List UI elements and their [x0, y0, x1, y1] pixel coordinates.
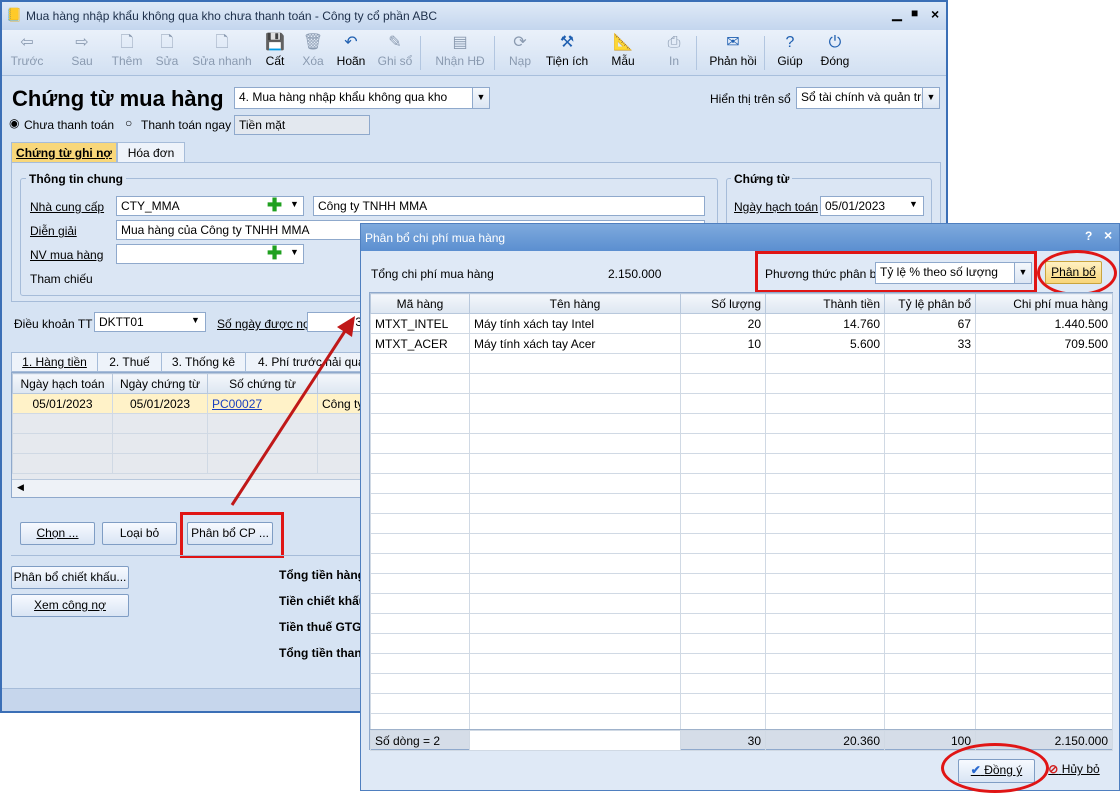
grid-cell: 67	[884, 313, 976, 334]
cancel-label: Hủy bỏ	[1061, 762, 1100, 776]
grid-cell: 5.600	[765, 333, 885, 354]
col-quantity: Số lượng	[680, 293, 766, 314]
empty-row	[370, 653, 1113, 674]
empty-row	[370, 693, 1113, 714]
cancel-icon: ⊘	[1048, 762, 1059, 776]
allocation-grid: Mã hàng Tên hàng Số lượng Thành tiền Tỷ …	[369, 292, 1113, 751]
empty-row	[370, 433, 1113, 454]
empty-row	[370, 633, 1113, 654]
dialog-title-bar: Phân bổ chi phí mua hàng ? ×	[361, 224, 1119, 251]
dialog-title: Phân bổ chi phí mua hàng	[365, 231, 506, 245]
col-allocation-rate: Tỷ lệ phân bổ	[884, 293, 976, 314]
footer-quantity: 30	[680, 730, 766, 751]
col-amount: Thành tiền	[765, 293, 885, 314]
empty-row	[370, 453, 1113, 474]
highlight-oval	[941, 743, 1049, 793]
grid-cell: 33	[884, 333, 976, 354]
grid-cell: 709.500	[975, 333, 1113, 354]
empty-row	[370, 533, 1113, 554]
empty-row	[370, 473, 1113, 494]
col-item-code: Mã hàng	[370, 293, 470, 314]
empty-row	[370, 353, 1113, 374]
highlight-box	[755, 251, 1037, 293]
empty-row	[370, 613, 1113, 634]
table-row[interactable]: MTXT_INTEL Máy tính xách tay Intel 20 14.76…	[370, 313, 1113, 334]
grid-cell: 1.440.500	[975, 313, 1113, 334]
grid-cell: MTXT_INTEL	[370, 313, 470, 334]
empty-row	[370, 553, 1113, 574]
close-icon[interactable]: ×	[1104, 227, 1112, 243]
empty-row	[370, 673, 1113, 694]
empty-row	[370, 573, 1113, 594]
allocation-dialog: Phân bổ chi phí mua hàng ? × Tổng chi ph…	[360, 223, 1120, 793]
cancel-button[interactable]: ⊘ Hủy bỏ	[1039, 759, 1109, 783]
empty-row	[370, 493, 1113, 514]
table-row[interactable]: MTXT_ACER Máy tính xách tay Acer 10 5.600 33…	[370, 333, 1113, 354]
grid-cell: 20	[680, 313, 766, 334]
row-count: Số dòng = 2	[370, 730, 470, 751]
help-icon[interactable]: ?	[1085, 229, 1092, 243]
total-cost-value: 2.150.000	[608, 267, 662, 281]
highlight-oval	[1037, 250, 1117, 296]
empty-row	[370, 393, 1113, 414]
grid-cell: 10	[680, 333, 766, 354]
footer-name	[469, 730, 681, 751]
empty-row	[370, 513, 1113, 534]
grid-cell: 14.760	[765, 313, 885, 334]
empty-row	[370, 373, 1113, 394]
empty-row	[370, 413, 1113, 434]
footer-amount: 20.360	[765, 730, 885, 751]
grid-cell: Máy tính xách tay Acer	[469, 333, 681, 354]
total-cost-label: Tổng chi phí mua hàng	[371, 267, 494, 281]
grid-cell: MTXT_ACER	[370, 333, 470, 354]
empty-row	[370, 593, 1113, 614]
col-item-name: Tên hàng	[469, 293, 681, 314]
col-purchase-cost: Chi phí mua hàng	[975, 293, 1113, 314]
grid-cell: Máy tính xách tay Intel	[469, 313, 681, 334]
